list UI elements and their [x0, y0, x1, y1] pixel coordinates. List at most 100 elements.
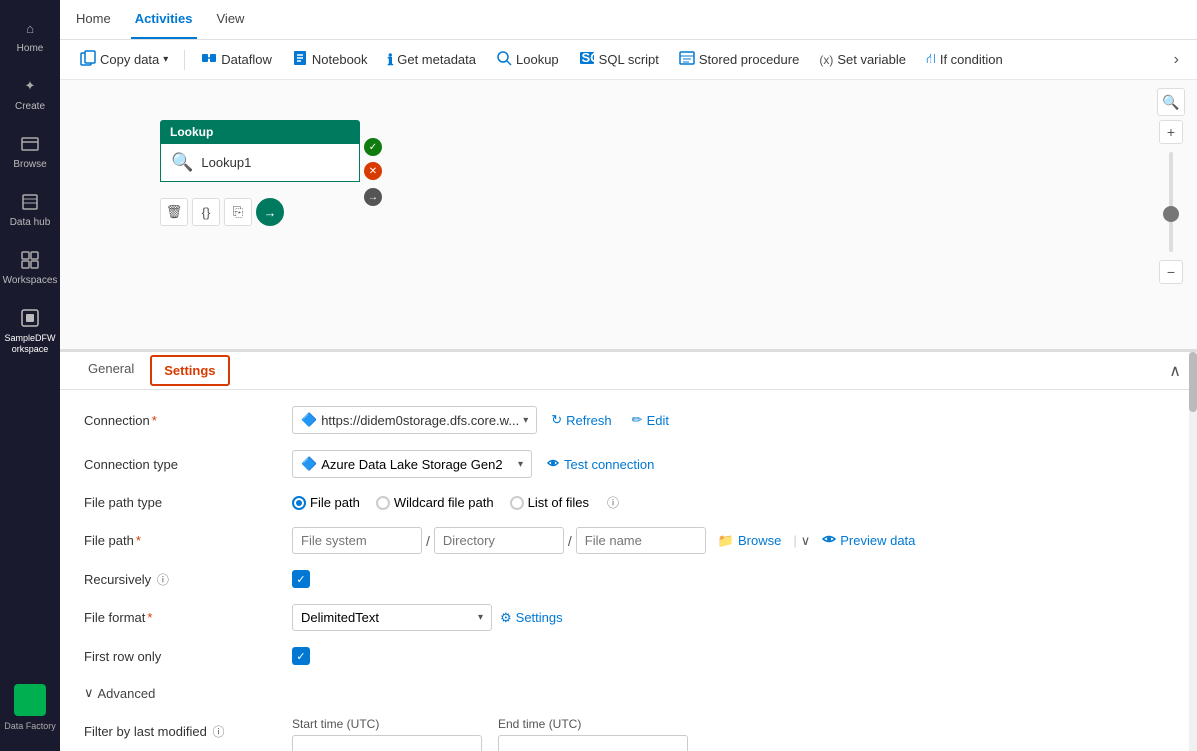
- node-code-btn[interactable]: {}: [192, 198, 220, 226]
- set-variable-button[interactable]: (x) Set variable: [811, 48, 914, 71]
- first-row-only-row: First row only ✓: [84, 647, 1173, 665]
- workspaces-icon: [18, 248, 42, 272]
- advanced-section[interactable]: ∨ Advanced: [84, 681, 1173, 705]
- tab-home[interactable]: Home: [72, 0, 115, 39]
- tab-general[interactable]: General: [76, 355, 146, 386]
- sidebar-item-browse[interactable]: Browse: [0, 124, 60, 178]
- pipeline-canvas[interactable]: Lookup 🔍 Lookup1 ✓ ✕ → 🗑 {} ⎘ → 🔍 +: [60, 80, 1197, 350]
- path-sep-2: /: [568, 533, 572, 549]
- sidebar-item-home[interactable]: ⌂ Home: [0, 8, 60, 62]
- data-factory-label: Data Factory: [4, 721, 56, 731]
- connection-controls: 🔷 https://didem0storage.dfs.core.w... ▾ …: [292, 406, 1173, 434]
- node-copy-btn[interactable]: ⎘: [224, 198, 252, 226]
- node-body: 🔍 Lookup1: [160, 144, 360, 182]
- connection-value: https://didem0storage.dfs.core.w...: [321, 413, 519, 428]
- lookup-button[interactable]: Lookup: [488, 46, 567, 73]
- time-fields-row: Start time (UTC) End time (UTC): [292, 717, 688, 751]
- zoom-slider[interactable]: [1169, 152, 1173, 252]
- browse-dropdown-btn[interactable]: ∨: [801, 533, 811, 549]
- if-condition-label: If condition: [940, 52, 1003, 67]
- file-system-input[interactable]: [292, 527, 422, 554]
- file-path-type-info-icon: ⓘ: [607, 494, 619, 511]
- connection-row: Connection* 🔷 https://didem0storage.dfs.…: [84, 406, 1173, 434]
- sidebar-item-workspaces[interactable]: Workspaces: [0, 240, 60, 294]
- file-path-type-controls: File path Wildcard file path List of fil…: [292, 494, 1173, 511]
- data-factory-item[interactable]: Data Factory: [0, 676, 60, 739]
- dataflow-button[interactable]: Dataflow: [193, 46, 280, 73]
- edit-button[interactable]: ✏ Edit: [626, 408, 675, 432]
- connection-dropdown[interactable]: 🔷 https://didem0storage.dfs.core.w... ▾: [292, 406, 537, 434]
- refresh-button[interactable]: ↻ Refresh: [545, 408, 617, 432]
- zoom-thumb: [1163, 206, 1179, 222]
- radio-file-path-circle: [292, 496, 306, 510]
- zoom-out-btn[interactable]: −: [1159, 260, 1183, 284]
- file-format-dropdown[interactable]: DelimitedText ▾: [292, 604, 492, 631]
- adls-dropdown[interactable]: 🔷 Azure Data Lake Storage Gen2 ▾: [292, 450, 532, 478]
- node-name: Lookup1: [201, 155, 251, 170]
- panel-collapse-btn[interactable]: ∧: [1169, 361, 1181, 381]
- if-condition-button[interactable]: ⛙ If condition: [918, 46, 1011, 73]
- get-metadata-button[interactable]: ℹ Get metadata: [380, 47, 484, 73]
- get-metadata-label: Get metadata: [397, 52, 476, 67]
- browse-sep: |: [793, 533, 796, 548]
- radio-file-path[interactable]: File path: [292, 495, 360, 510]
- browse-button[interactable]: 📁 Browse: [710, 528, 790, 554]
- lookup-node[interactable]: Lookup 🔍 Lookup1: [160, 120, 360, 182]
- format-settings-link[interactable]: ⚙ Settings: [500, 610, 563, 626]
- first-row-only-checkbox[interactable]: ✓: [292, 647, 310, 665]
- zoom-in-btn[interactable]: +: [1159, 120, 1183, 144]
- copy-data-icon: [80, 50, 96, 69]
- settings-gear-icon: ⚙: [500, 610, 512, 626]
- sql-script-button[interactable]: SQL SQL script: [571, 46, 667, 73]
- copy-data-button[interactable]: Copy data ▾: [72, 46, 176, 73]
- recursively-info-icon: ⓘ: [157, 573, 169, 587]
- tab-view[interactable]: View: [213, 0, 249, 39]
- lookup-label: Lookup: [516, 52, 559, 67]
- sidebar-bottom: Data Factory: [0, 676, 60, 751]
- start-time-input[interactable]: [292, 735, 482, 751]
- node-delete-btn[interactable]: 🗑: [160, 198, 188, 226]
- adls-icon: 🔷: [301, 456, 317, 472]
- preview-data-button[interactable]: Preview data: [814, 527, 923, 554]
- notebook-button[interactable]: Notebook: [284, 46, 376, 73]
- create-icon: ✦: [18, 74, 42, 98]
- copy-data-caret: ▾: [163, 54, 168, 65]
- tab-activities[interactable]: Activities: [131, 0, 197, 39]
- copy-data-label: Copy data: [100, 52, 159, 67]
- end-time-group: End time (UTC): [498, 717, 688, 751]
- canvas-search-btn[interactable]: 🔍: [1157, 88, 1185, 116]
- filter-by-last-modified-row: Filter by last modified ⓘ Start time (UT…: [84, 717, 1173, 751]
- set-variable-icon: (x): [819, 53, 833, 67]
- directory-input[interactable]: [434, 527, 564, 554]
- connection-label: Connection*: [84, 413, 284, 428]
- stored-procedure-button[interactable]: Stored procedure: [671, 46, 807, 73]
- top-nav: Home Activities View: [60, 0, 1197, 40]
- toolbar: Copy data ▾ Dataflow Notebook ℹ Get meta…: [60, 40, 1197, 80]
- file-format-controls: DelimitedText ▾ ⚙ Settings: [292, 604, 1173, 631]
- test-connection-button[interactable]: Test connection: [540, 452, 660, 477]
- radio-wildcard-circle: [376, 496, 390, 510]
- end-time-input[interactable]: [498, 735, 688, 751]
- sidebar-item-datahub-label: Data hub: [10, 217, 51, 228]
- connection-type-label: Connection type: [84, 457, 284, 472]
- dataflow-label: Dataflow: [221, 52, 272, 67]
- radio-file-path-label: File path: [310, 495, 360, 510]
- tab-settings[interactable]: Settings: [150, 355, 229, 386]
- radio-wildcard[interactable]: Wildcard file path: [376, 495, 494, 510]
- radio-list-of-files[interactable]: List of files: [510, 495, 589, 510]
- end-time-label: End time (UTC): [498, 717, 688, 731]
- stored-procedure-label: Stored procedure: [699, 52, 799, 67]
- sidebar-item-create[interactable]: ✦ Create: [0, 66, 60, 120]
- recursively-checkbox[interactable]: ✓: [292, 570, 310, 588]
- toolbar-more-button[interactable]: ›: [1168, 47, 1185, 73]
- connection-type-row: Connection type 🔷 Azure Data Lake Storag…: [84, 450, 1173, 478]
- svg-text:SQL: SQL: [581, 50, 595, 65]
- connection-dropdown-arrow: ▾: [523, 415, 528, 426]
- sidebar-item-datahub[interactable]: Data hub: [0, 182, 60, 236]
- node-status-err: ✕: [364, 162, 382, 180]
- right-scrollbar[interactable]: [1189, 352, 1197, 751]
- sidebar-item-sampleDFW[interactable]: SampleDFW orkspace: [0, 298, 60, 363]
- file-name-input[interactable]: [576, 527, 706, 554]
- node-run-btn[interactable]: →: [256, 198, 284, 226]
- recursively-controls: ✓: [292, 570, 1173, 588]
